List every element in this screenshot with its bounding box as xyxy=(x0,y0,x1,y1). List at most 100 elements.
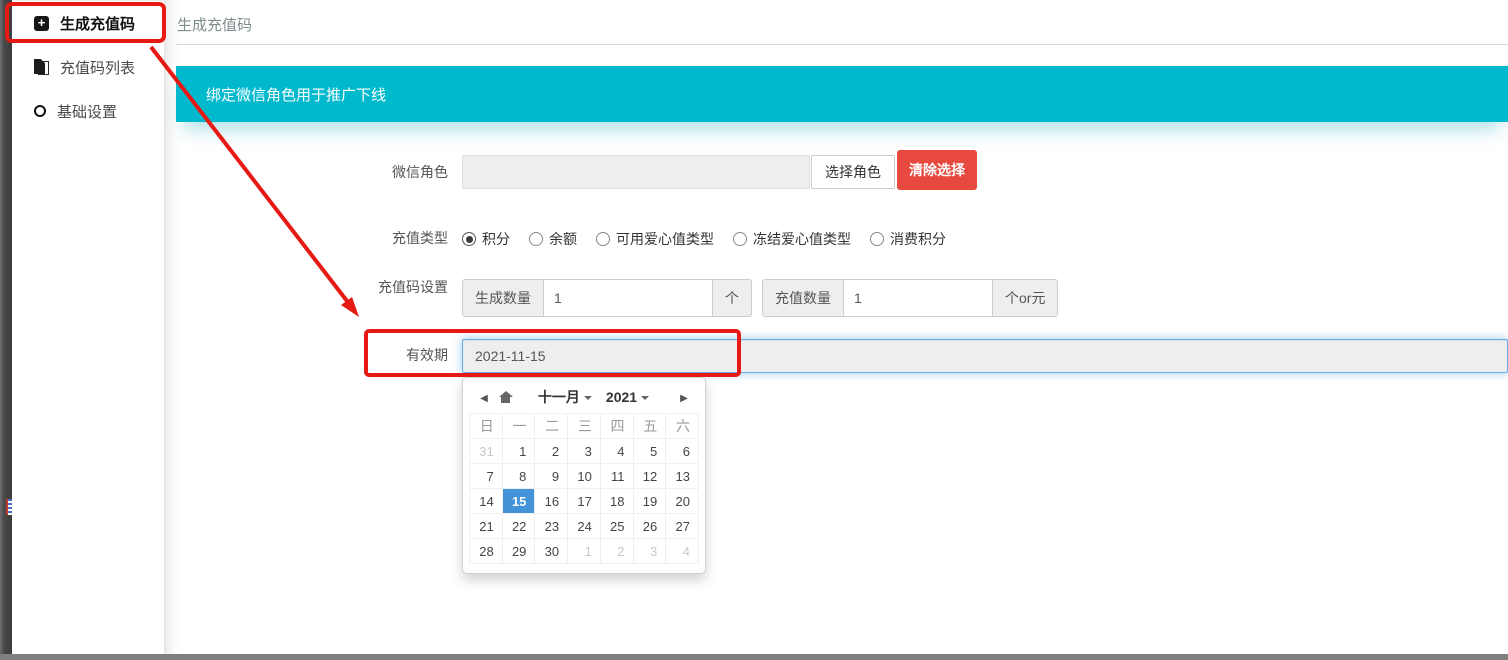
month-label: 十一月 xyxy=(538,387,580,407)
calendar-day[interactable]: 19 xyxy=(633,489,666,514)
calendar-day[interactable]: 1 xyxy=(568,539,601,564)
datepicker-popup: 十一月 2021 日一二三四五六 31123456789101112131415… xyxy=(462,377,706,574)
validity-date-input[interactable] xyxy=(462,339,1508,373)
calendar-day[interactable]: 31 xyxy=(470,439,503,464)
sidebar-menu: 生成充值码充值码列表基础设置 xyxy=(12,0,165,654)
wechat-role-input[interactable] xyxy=(462,155,810,189)
calendar-day[interactable]: 26 xyxy=(633,514,666,539)
calendar-day[interactable]: 28 xyxy=(470,539,503,564)
radio-option-label: 消费积分 xyxy=(890,229,946,249)
radio-icon[interactable] xyxy=(462,232,476,246)
sidebar-item[interactable]: 充值码列表 xyxy=(12,50,164,84)
calendar-day[interactable]: 11 xyxy=(600,464,633,489)
radio-option-label: 冻结爱心值类型 xyxy=(753,229,851,249)
recharge-type-label: 充值类型 xyxy=(265,230,448,246)
calendar-day[interactable]: 23 xyxy=(535,514,568,539)
calendar-day[interactable]: 2 xyxy=(535,439,568,464)
calendar-day[interactable]: 30 xyxy=(535,539,568,564)
generate-qty-addon: 生成数量 xyxy=(462,279,544,317)
calendar-week-row: 78910111213 xyxy=(470,464,699,489)
caret-down-icon xyxy=(584,396,592,400)
recharge-qty-addon: 充值数量 xyxy=(762,279,844,317)
sidebar-item-label: 基础设置 xyxy=(57,101,117,122)
radio-icon[interactable] xyxy=(870,232,884,246)
radio-option[interactable]: 可用爱心值类型 xyxy=(596,229,714,249)
calendar-week-row: 14151617181920 xyxy=(470,489,699,514)
validity-label: 有效期 xyxy=(265,347,448,363)
title-divider xyxy=(176,44,1508,45)
calendar-day[interactable]: 4 xyxy=(666,539,699,564)
calendar-day[interactable]: 18 xyxy=(600,489,633,514)
recharge-qty-unit: 个or元 xyxy=(992,279,1058,317)
year-dropdown[interactable]: 2021 xyxy=(606,389,649,405)
calendar-day[interactable]: 3 xyxy=(633,539,666,564)
calendar-dow: 六 xyxy=(666,414,699,439)
clear-selection-button[interactable]: 清除选择 xyxy=(897,150,977,190)
calendar-body: 3112345678910111213141516171819202122232… xyxy=(470,439,699,564)
radio-option[interactable]: 冻结爱心值类型 xyxy=(733,229,851,249)
radio-icon[interactable] xyxy=(529,232,543,246)
calendar-dow: 三 xyxy=(568,414,601,439)
radio-option[interactable]: 积分 xyxy=(462,229,510,249)
generate-qty-input[interactable] xyxy=(544,279,712,317)
calendar-week-row: 2829301234 xyxy=(470,539,699,564)
recharge-type-options: 积分余额 可用爱心值类型 冻结爱心值类型 消费积分 xyxy=(462,229,946,249)
calendar-dow: 日 xyxy=(470,414,503,439)
caret-down-icon xyxy=(641,396,649,400)
generate-qty-group: 生成数量 个 xyxy=(462,279,752,317)
wechat-role-label: 微信角色 xyxy=(265,164,448,180)
radio-option[interactable]: 消费积分 xyxy=(870,229,946,249)
calendar-day[interactable]: 15 xyxy=(502,489,535,514)
calendar-day[interactable]: 20 xyxy=(666,489,699,514)
sidebar-item[interactable]: 生成充值码 xyxy=(12,6,164,40)
calendar-table: 日一二三四五六 31123456789101112131415161718192… xyxy=(469,413,699,564)
recharge-qty-input[interactable] xyxy=(844,279,992,317)
calendar-day[interactable]: 16 xyxy=(535,489,568,514)
calendar-day[interactable]: 25 xyxy=(600,514,633,539)
calendar-day[interactable]: 21 xyxy=(470,514,503,539)
calendar-day[interactable]: 9 xyxy=(535,464,568,489)
calendar-day[interactable]: 3 xyxy=(568,439,601,464)
radio-option[interactable]: 余额 xyxy=(529,229,577,249)
calendar-week-row: 21222324252627 xyxy=(470,514,699,539)
calendar-dow: 一 xyxy=(502,414,535,439)
calendar-week-row: 31123456 xyxy=(470,439,699,464)
generate-qty-unit: 个 xyxy=(712,279,752,317)
chevron-left-icon[interactable] xyxy=(475,388,493,406)
calendar-dow: 四 xyxy=(600,414,633,439)
calendar-day[interactable]: 27 xyxy=(666,514,699,539)
calendar-day[interactable]: 14 xyxy=(470,489,503,514)
radio-option-label: 可用爱心值类型 xyxy=(616,229,714,249)
select-role-button[interactable]: 选择角色 xyxy=(811,155,895,189)
sidebar-item[interactable]: 基础设置 xyxy=(12,94,164,128)
radio-icon[interactable] xyxy=(596,232,610,246)
copy-icon xyxy=(34,59,49,75)
radio-option-label: 积分 xyxy=(482,229,510,249)
calendar-day[interactable]: 1 xyxy=(502,439,535,464)
calendar-day[interactable]: 29 xyxy=(502,539,535,564)
calendar-day[interactable]: 8 xyxy=(502,464,535,489)
chevron-right-icon[interactable] xyxy=(675,388,693,406)
calendar-day[interactable]: 10 xyxy=(568,464,601,489)
plus-square-icon xyxy=(34,16,49,31)
calendar-day[interactable]: 22 xyxy=(502,514,535,539)
calendar-day[interactable]: 2 xyxy=(600,539,633,564)
calendar-day[interactable]: 13 xyxy=(666,464,699,489)
calendar-day[interactable]: 6 xyxy=(666,439,699,464)
home-icon[interactable] xyxy=(499,391,512,404)
calendar-day[interactable]: 5 xyxy=(633,439,666,464)
page-title: 生成充值码 xyxy=(177,14,252,35)
calendar-dow: 五 xyxy=(633,414,666,439)
calendar-day[interactable]: 24 xyxy=(568,514,601,539)
datepicker-header: 十一月 2021 xyxy=(469,384,699,410)
circle-icon xyxy=(34,105,46,117)
calendar-dow-row: 日一二三四五六 xyxy=(470,414,699,439)
month-dropdown[interactable]: 十一月 xyxy=(538,387,592,407)
calendar-day[interactable]: 7 xyxy=(470,464,503,489)
calendar-day[interactable]: 4 xyxy=(600,439,633,464)
calendar-day[interactable]: 17 xyxy=(568,489,601,514)
code-settings-label: 充值码设置 xyxy=(265,279,448,295)
sidebar-item-label: 生成充值码 xyxy=(60,13,135,34)
radio-icon[interactable] xyxy=(733,232,747,246)
calendar-day[interactable]: 12 xyxy=(633,464,666,489)
